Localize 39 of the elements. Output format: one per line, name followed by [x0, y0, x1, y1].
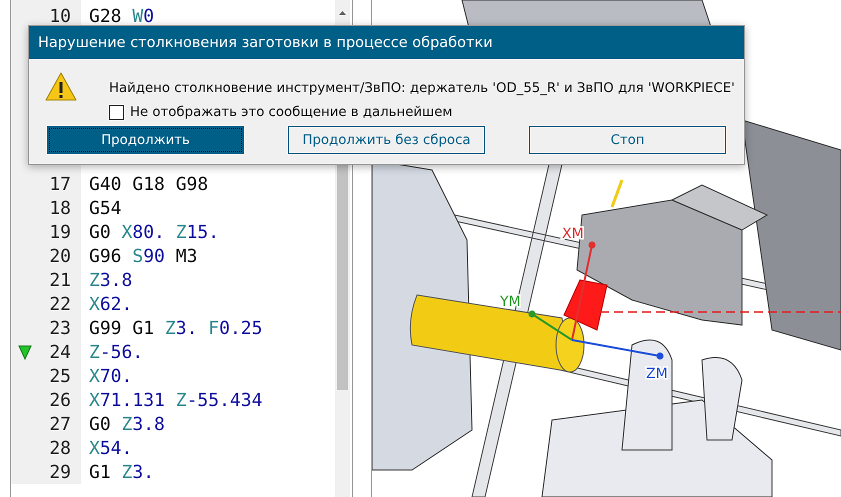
line-number: 26: [48, 390, 71, 410]
dialog-button[interactable]: Продолжить без сброса: [288, 126, 485, 154]
code-line: X71.131 Z-55.434: [89, 390, 262, 410]
line-number: 22: [48, 294, 71, 314]
line-number: 20: [48, 246, 71, 266]
code-line: X62.: [89, 294, 132, 314]
code-line: G40 G18 G98: [89, 174, 208, 194]
checkbox-label[interactable]: Не отображать это сообщение в дальнейшем: [130, 105, 452, 120]
dialog-button[interactable]: Стоп: [529, 126, 726, 154]
line-number: 25: [48, 366, 71, 386]
code-line: G0 Z3.8: [89, 414, 165, 434]
line-number: 28: [48, 438, 71, 458]
code-line: G28 W0: [89, 6, 154, 26]
code-line: G99 G1 Z3. F0.25: [89, 318, 262, 338]
line-number: 24: [48, 342, 71, 362]
line-number: 18: [48, 198, 71, 218]
axis-label: ZM: [646, 366, 668, 382]
message-text: Найдено столкновение инструмент/ЗвПО: держатель 'OD_55_R' и ЗвПО для 'WORKPIECE': [109, 81, 735, 96]
line-number: 17: [48, 174, 71, 194]
code-line: X70.: [89, 366, 132, 386]
line-number: 29: [48, 462, 71, 482]
line-number: 27: [48, 414, 71, 434]
dialog-button[interactable]: Продолжить: [47, 126, 244, 154]
line-number: 21: [48, 270, 71, 290]
cutting-tool: [563, 279, 608, 331]
line-number: 10: [48, 6, 71, 26]
line-number: 23: [48, 318, 71, 338]
warning-icon: [45, 71, 77, 103]
code-line: G54: [89, 198, 122, 218]
line-number: 19: [48, 222, 71, 242]
coolant-nozzle: [610, 179, 624, 208]
code-line: Z-56.: [89, 342, 144, 362]
code-line: G1 Z3.: [89, 462, 154, 482]
code-line: G96 S90 M3: [89, 246, 198, 266]
code-line: Z3.8: [89, 270, 132, 290]
code-line: X54.: [89, 438, 132, 458]
dialog-title: Нарушение столкновения заготовки в процессе обработки: [29, 26, 744, 59]
checkbox[interactable]: [109, 105, 124, 120]
code-line: G0 X80. Z15.: [89, 222, 220, 242]
